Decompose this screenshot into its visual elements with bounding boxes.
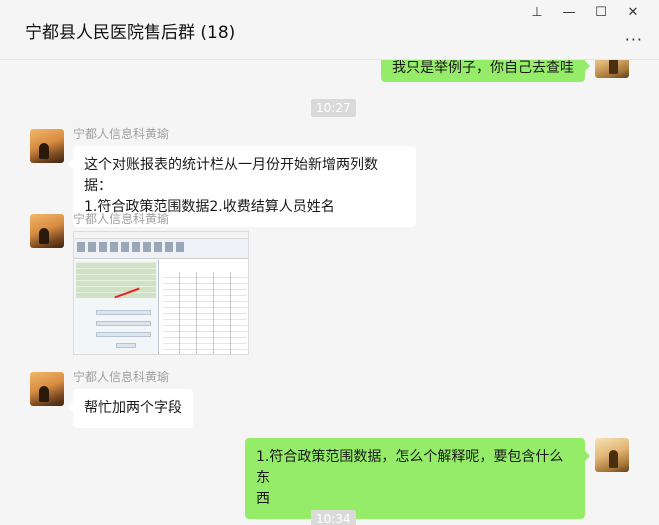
sender-name: 宁都人信息科黄瑜 — [73, 127, 170, 141]
window-controls: ⊥ — ☐ ✕ — [521, 2, 649, 22]
timestamp: 10:27 — [311, 99, 356, 117]
avatar-sender[interactable] — [30, 129, 64, 163]
avatar-self[interactable] — [595, 438, 629, 472]
message-bubble-outgoing[interactable]: 1.符合政策范围数据，怎么个解释呢，要包含什么东 西 — [245, 438, 590, 519]
close-icon[interactable]: ✕ — [617, 2, 649, 22]
maximize-icon[interactable]: ☐ — [585, 2, 617, 22]
image-message-thumbnail[interactable] — [73, 231, 249, 355]
avatar-sender[interactable] — [30, 372, 64, 406]
message-line: 西 — [256, 491, 270, 507]
timestamp: 10:34 — [311, 510, 356, 525]
minimize-icon[interactable]: — — [553, 2, 585, 22]
message-text: 我只是举例子，你自己去查哇 — [392, 60, 574, 76]
avatar-sender[interactable] — [30, 214, 64, 248]
message-line: 这个对账报表的统计栏从一月份开始新增两列数据： — [84, 157, 378, 194]
message-bubble-incoming[interactable]: 帮忙加两个字段 — [68, 389, 193, 428]
sender-name: 宁都人信息科黄瑜 — [73, 212, 170, 226]
sender-name: 宁都人信息科黄瑜 — [73, 370, 170, 384]
chat-title: 宁都县人民医院售后群 (18) — [25, 23, 236, 43]
pin-icon[interactable]: ⊥ — [521, 2, 553, 22]
more-icon[interactable]: ··· — [625, 30, 643, 49]
chat-area[interactable]: 我只是举例子，你自己去查哇 10:27 宁都人信息科黄瑜 这个对账报表的统计栏从… — [0, 0, 659, 525]
message-line: 1.符合政策范围数据，怎么个解释呢，要包含什么东 — [256, 449, 564, 486]
message-line: 帮忙加两个字段 — [84, 400, 182, 416]
chat-header: 宁都县人民医院售后群 (18) ⊥ — ☐ ✕ ··· — [0, 0, 659, 60]
